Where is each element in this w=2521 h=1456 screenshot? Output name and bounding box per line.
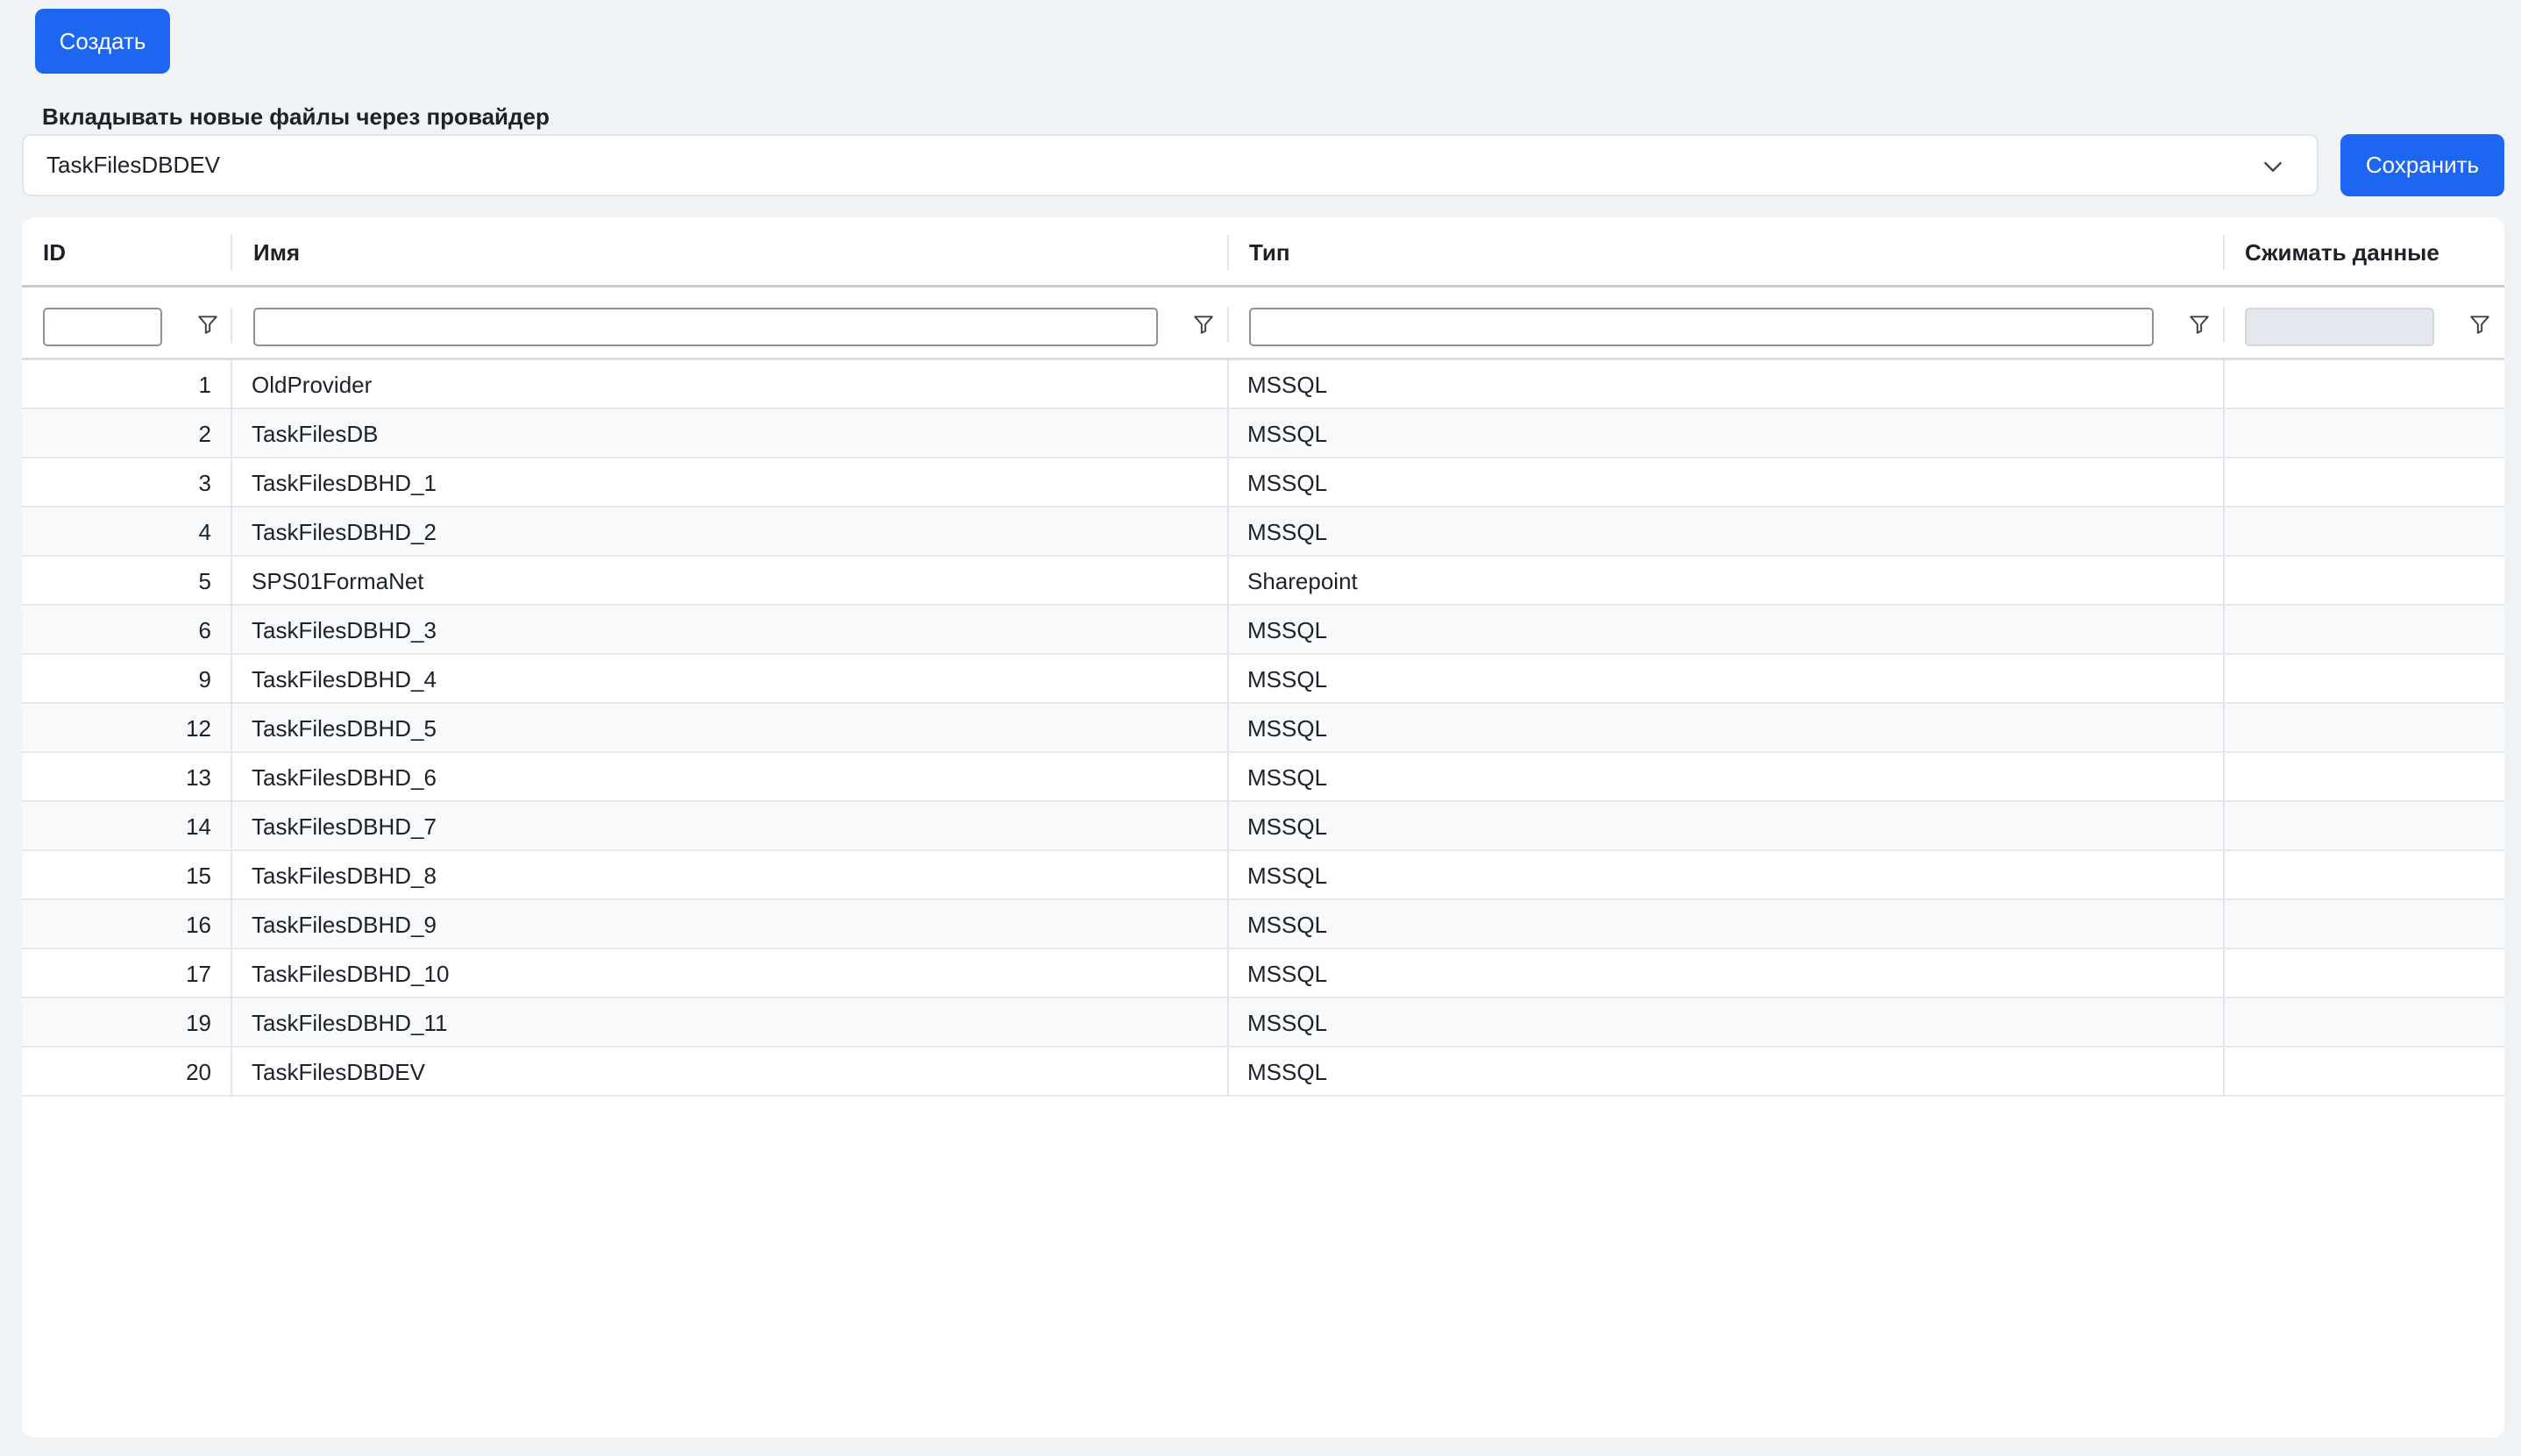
name-cell: TaskFilesDBHD_11 xyxy=(252,1009,448,1036)
table-row[interactable]: 13 TaskFilesDBHD_6 MSSQL xyxy=(22,753,2504,802)
id-filter-input[interactable] xyxy=(43,308,162,346)
grid-body: 1 OldProvider MSSQL 2 TaskFilesDB MSSQL 3 TaskF… xyxy=(22,360,2504,1097)
name-cell: TaskFilesDBHD_3 xyxy=(252,616,437,643)
name-cell: TaskFilesDBDEV xyxy=(252,1058,425,1085)
table-row[interactable]: 6 TaskFilesDBHD_3 MSSQL xyxy=(22,606,2504,655)
name-cell: TaskFilesDBHD_7 xyxy=(252,813,437,840)
provider-select[interactable]: TaskFilesDBDEV xyxy=(22,134,2319,196)
id-cell: 14 xyxy=(186,813,211,840)
column-divider xyxy=(2223,360,2225,1097)
id-cell: 4 xyxy=(198,518,211,545)
column-header-compress[interactable]: Сжимать данные xyxy=(2224,217,2504,288)
providers-grid: ID Имя Тип Сжимать данные 1 OldProvider MS… xyxy=(22,217,2504,1438)
column-header-label: ID xyxy=(43,238,66,266)
type-cell: MSSQL xyxy=(1247,371,1328,398)
type-cell: MSSQL xyxy=(1247,813,1328,840)
column-divider xyxy=(231,308,232,343)
column-header-id[interactable]: ID xyxy=(22,217,232,288)
name-cell: TaskFilesDBHD_4 xyxy=(252,665,437,692)
filter-icon[interactable] xyxy=(2188,313,2211,336)
type-cell: MSSQL xyxy=(1247,714,1328,742)
filter-icon[interactable] xyxy=(196,313,219,336)
save-button[interactable]: Сохранить xyxy=(2340,134,2504,196)
id-cell: 15 xyxy=(186,862,211,889)
table-row[interactable]: 1 OldProvider MSSQL xyxy=(22,360,2504,409)
column-divider xyxy=(2223,308,2225,343)
type-cell: MSSQL xyxy=(1247,960,1328,987)
column-header-label: Тип xyxy=(1249,238,1290,266)
table-row[interactable]: 3 TaskFilesDBHD_1 MSSQL xyxy=(22,458,2504,508)
name-cell: TaskFilesDBHD_1 xyxy=(252,469,437,496)
table-row[interactable]: 4 TaskFilesDBHD_2 MSSQL xyxy=(22,508,2504,557)
id-cell: 20 xyxy=(186,1058,211,1085)
table-row[interactable]: 14 TaskFilesDBHD_7 MSSQL xyxy=(22,802,2504,851)
create-button[interactable]: Создать xyxy=(35,9,170,74)
type-filter-input[interactable] xyxy=(1249,308,2154,346)
type-cell: MSSQL xyxy=(1247,420,1328,447)
type-cell: MSSQL xyxy=(1247,665,1328,692)
name-cell: TaskFilesDBHD_9 xyxy=(252,911,437,938)
id-cell: 5 xyxy=(198,567,211,594)
type-cell: MSSQL xyxy=(1247,911,1328,938)
column-divider xyxy=(231,360,232,1097)
id-cell: 9 xyxy=(198,665,211,692)
id-cell: 16 xyxy=(186,911,211,938)
table-row[interactable]: 2 TaskFilesDB MSSQL xyxy=(22,409,2504,458)
table-row[interactable]: 17 TaskFilesDBHD_10 MSSQL xyxy=(22,949,2504,998)
column-header-label: Имя xyxy=(253,238,301,266)
id-cell: 3 xyxy=(198,469,211,496)
column-divider xyxy=(1227,360,1229,1097)
provider-label: Вкладывать новые файлы через провайдер xyxy=(42,103,550,130)
name-cell: TaskFilesDBHD_10 xyxy=(252,960,450,987)
type-cell: MSSQL xyxy=(1247,469,1328,496)
table-row[interactable]: 19 TaskFilesDBHD_11 MSSQL xyxy=(22,998,2504,1048)
type-cell: MSSQL xyxy=(1247,1058,1328,1085)
type-cell: Sharepoint xyxy=(1247,567,1358,594)
id-cell: 12 xyxy=(186,714,211,742)
compress-filter-input xyxy=(2245,308,2434,346)
table-row[interactable]: 5 SPS01FormaNet Sharepoint xyxy=(22,557,2504,606)
type-cell: MSSQL xyxy=(1247,764,1328,791)
filter-icon[interactable] xyxy=(2468,313,2491,336)
id-cell: 1 xyxy=(198,371,211,398)
column-header-name[interactable]: Имя xyxy=(232,217,1228,288)
filter-row xyxy=(22,290,2504,360)
id-cell: 2 xyxy=(198,420,211,447)
type-cell: MSSQL xyxy=(1247,518,1328,545)
type-cell: MSSQL xyxy=(1247,1009,1328,1036)
chevron-down-icon xyxy=(2263,161,2283,173)
id-cell: 17 xyxy=(186,960,211,987)
column-header-label: Сжимать данные xyxy=(2245,238,2439,266)
provider-select-value: TaskFilesDBDEV xyxy=(46,152,220,178)
table-row[interactable]: 16 TaskFilesDBHD_9 MSSQL xyxy=(22,900,2504,949)
type-cell: MSSQL xyxy=(1247,616,1328,643)
name-filter-input[interactable] xyxy=(253,308,1158,346)
name-cell: TaskFilesDBHD_5 xyxy=(252,714,437,742)
table-row[interactable]: 12 TaskFilesDBHD_5 MSSQL xyxy=(22,704,2504,753)
id-cell: 19 xyxy=(186,1009,211,1036)
table-row[interactable]: 20 TaskFilesDBDEV MSSQL xyxy=(22,1048,2504,1097)
name-cell: OldProvider xyxy=(252,371,373,398)
column-divider xyxy=(1227,308,1229,343)
filter-icon[interactable] xyxy=(1192,313,1215,336)
id-cell: 13 xyxy=(186,764,211,791)
name-cell: TaskFilesDBHD_8 xyxy=(252,862,437,889)
name-cell: TaskFilesDBHD_6 xyxy=(252,764,437,791)
id-cell: 6 xyxy=(198,616,211,643)
type-cell: MSSQL xyxy=(1247,862,1328,889)
table-row[interactable]: 9 TaskFilesDBHD_4 MSSQL xyxy=(22,655,2504,704)
name-cell: SPS01FormaNet xyxy=(252,567,424,594)
table-row[interactable]: 15 TaskFilesDBHD_8 MSSQL xyxy=(22,851,2504,900)
column-header-type[interactable]: Тип xyxy=(1228,217,2224,288)
name-cell: TaskFilesDBHD_2 xyxy=(252,518,437,545)
name-cell: TaskFilesDB xyxy=(252,420,379,447)
grid-header: ID Имя Тип Сжимать данные xyxy=(22,217,2504,288)
